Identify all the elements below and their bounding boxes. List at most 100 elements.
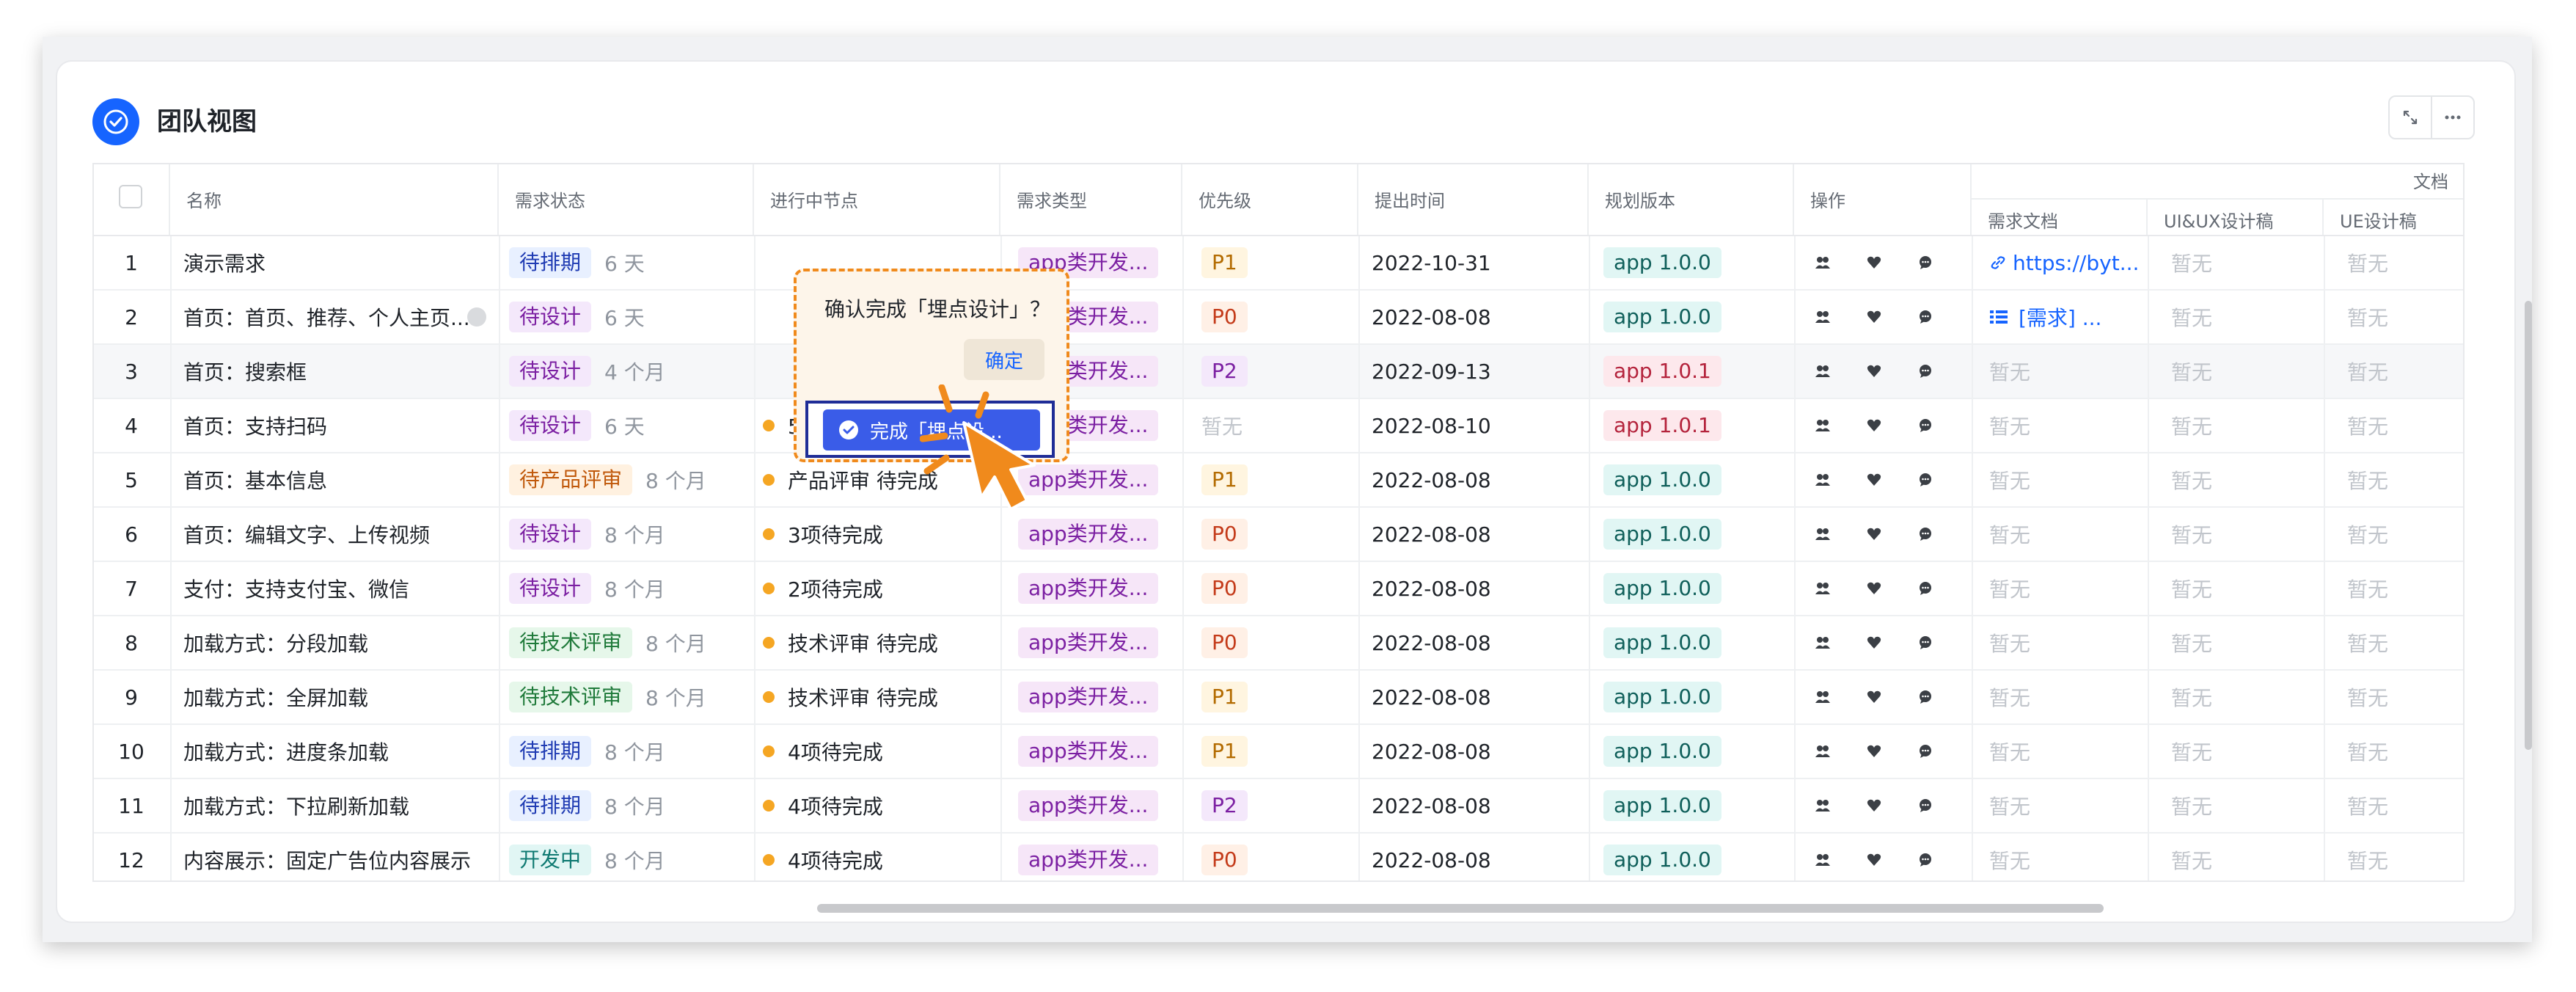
vertical-scrollbar[interactable] [2525, 301, 2532, 750]
heart-icon[interactable] [1866, 580, 1882, 597]
column-header-ue[interactable]: UE设计稿 [2324, 200, 2463, 236]
members-icon[interactable] [1815, 255, 1831, 271]
doc-cell[interactable]: 暂无 [1989, 345, 2151, 398]
row-name[interactable]: 首页：搜索框 [183, 345, 491, 398]
version-cell[interactable]: app 1.0.0 [1603, 236, 1787, 289]
node-cell[interactable]: 4项待完成 [763, 725, 998, 778]
heart-icon[interactable] [1866, 743, 1882, 759]
version-cell[interactable]: app 1.0.0 [1603, 562, 1787, 615]
date-cell[interactable]: 2022-10-31 [1372, 236, 1592, 289]
heart-icon[interactable] [1866, 309, 1882, 325]
comment-icon[interactable] [1917, 580, 1933, 597]
version-cell[interactable]: app 1.0.0 [1603, 453, 1787, 506]
comment-icon[interactable] [1917, 363, 1933, 379]
row-name[interactable]: 加载方式：下拉刷新加载 [183, 779, 491, 832]
heart-icon[interactable] [1866, 689, 1882, 705]
node-cell[interactable]: 技术评审 待完成 [763, 616, 998, 669]
row-name[interactable]: 演示需求 [183, 236, 491, 289]
row-name[interactable]: 内容展示：固定广告位内容展示 [183, 834, 491, 880]
priority-cell[interactable]: P1 [1201, 236, 1363, 289]
priority-cell[interactable]: 暂无 [1201, 399, 1363, 452]
doc-cell[interactable]: 暂无 [1989, 671, 2151, 723]
row-name[interactable]: 首页：编辑文字、上传视频 [183, 508, 491, 561]
members-icon[interactable] [1815, 852, 1831, 868]
doc-cell[interactable]: 暂无 [1989, 453, 2151, 506]
priority-cell[interactable]: P0 [1201, 834, 1363, 880]
priority-cell[interactable]: P1 [1201, 725, 1363, 778]
column-header-doc[interactable]: 需求文档 [1972, 200, 2148, 236]
date-cell[interactable]: 2022-08-08 [1372, 616, 1592, 669]
ue-cell[interactable]: 暂无 [2347, 345, 2463, 398]
status-cell[interactable]: 开发中 8 个月 [509, 834, 751, 880]
ue-cell[interactable]: 暂无 [2347, 291, 2463, 343]
table-row[interactable]: 1 演示需求 待排期 6 天 app类开发... P1 2022-10-31 app 1.0.… [94, 236, 2463, 291]
row-name[interactable]: 首页：首页、推荐、个人主页... [183, 291, 491, 343]
uiux-cell[interactable]: 暂无 [2171, 399, 2332, 452]
uiux-cell[interactable]: 暂无 [2171, 345, 2332, 398]
node-cell[interactable]: 4项待完成 [763, 834, 998, 880]
date-cell[interactable]: 2022-08-08 [1372, 834, 1592, 880]
comment-icon[interactable] [1917, 852, 1933, 868]
date-cell[interactable]: 2022-08-08 [1372, 671, 1592, 723]
column-header-type[interactable]: 需求类型 [1000, 164, 1182, 236]
table-row[interactable]: 2 首页：首页、推荐、个人主页... 待设计 6 天 app类开发... P0 2022-0… [94, 291, 2463, 345]
uiux-cell[interactable]: 暂无 [2171, 616, 2332, 669]
date-cell[interactable]: 2022-09-13 [1372, 345, 1592, 398]
version-cell[interactable]: app 1.0.1 [1603, 399, 1787, 452]
heart-icon[interactable] [1866, 635, 1882, 651]
status-cell[interactable]: 待技术评审 8 个月 [509, 671, 751, 723]
doc-link[interactable]: https://byt... [2013, 251, 2139, 275]
doc-cell[interactable]: 暂无 [1989, 399, 2151, 452]
version-cell[interactable]: app 1.0.1 [1603, 345, 1787, 398]
priority-cell[interactable]: P2 [1201, 779, 1363, 832]
comment-icon[interactable] [1917, 472, 1933, 488]
node-cell[interactable]: 2项待完成 [763, 562, 998, 615]
date-cell[interactable]: 2022-08-08 [1372, 725, 1592, 778]
heart-icon[interactable] [1866, 255, 1882, 271]
comment-icon[interactable] [1917, 255, 1933, 271]
doc-cell[interactable]: https://byt... [1989, 236, 2151, 289]
comment-icon[interactable] [1917, 798, 1933, 814]
ue-cell[interactable]: 暂无 [2347, 779, 2463, 832]
column-header-ops[interactable]: 操作 [1794, 164, 1972, 236]
doc-cell[interactable]: 暂无 [1989, 834, 2151, 880]
priority-cell[interactable]: P1 [1201, 453, 1363, 506]
expand-button[interactable] [2388, 95, 2432, 139]
ue-cell[interactable]: 暂无 [2347, 562, 2463, 615]
doc-cell[interactable]: [需求] ... [1989, 291, 2151, 343]
type-cell[interactable]: app类开发... [1018, 671, 1194, 723]
version-cell[interactable]: app 1.0.0 [1603, 671, 1787, 723]
confirm-button[interactable]: 确定 [964, 339, 1044, 380]
members-icon[interactable] [1815, 526, 1831, 542]
node-cell[interactable]: 技术评审 待完成 [763, 671, 998, 723]
table-row[interactable]: 5 首页：基本信息 待产品评审 8 个月 产品评审 待完成 app类开发... P1 2022… [94, 453, 2463, 508]
column-header-priority[interactable]: 优先级 [1182, 164, 1358, 236]
column-header-uiux[interactable]: UI&UX设计稿 [2148, 200, 2324, 236]
heart-icon[interactable] [1866, 526, 1882, 542]
ue-cell[interactable]: 暂无 [2347, 671, 2463, 723]
more-button[interactable] [2431, 95, 2475, 139]
uiux-cell[interactable]: 暂无 [2171, 779, 2332, 832]
heart-icon[interactable] [1866, 417, 1882, 434]
more-dots-icon[interactable] [466, 307, 486, 327]
status-cell[interactable]: 待设计 6 天 [509, 399, 751, 452]
members-icon[interactable] [1815, 363, 1831, 379]
status-cell[interactable]: 待技术评审 8 个月 [509, 616, 751, 669]
uiux-cell[interactable]: 暂无 [2171, 725, 2332, 778]
uiux-cell[interactable]: 暂无 [2171, 236, 2332, 289]
members-icon[interactable] [1815, 580, 1831, 597]
version-cell[interactable]: app 1.0.0 [1603, 725, 1787, 778]
date-cell[interactable]: 2022-08-08 [1372, 562, 1592, 615]
ue-cell[interactable]: 暂无 [2347, 236, 2463, 289]
priority-cell[interactable]: P0 [1201, 291, 1363, 343]
doc-cell[interactable]: 暂无 [1989, 779, 2151, 832]
comment-icon[interactable] [1917, 689, 1933, 705]
uiux-cell[interactable]: 暂无 [2171, 562, 2332, 615]
status-cell[interactable]: 待设计 8 个月 [509, 562, 751, 615]
members-icon[interactable] [1815, 798, 1831, 814]
row-name[interactable]: 首页：基本信息 [183, 453, 491, 506]
type-cell[interactable]: app类开发... [1018, 725, 1194, 778]
comment-icon[interactable] [1917, 743, 1933, 759]
table-row[interactable]: 9 加载方式：全屏加载 待技术评审 8 个月 技术评审 待完成 app类开发... P1 20… [94, 671, 2463, 725]
heart-icon[interactable] [1866, 472, 1882, 488]
